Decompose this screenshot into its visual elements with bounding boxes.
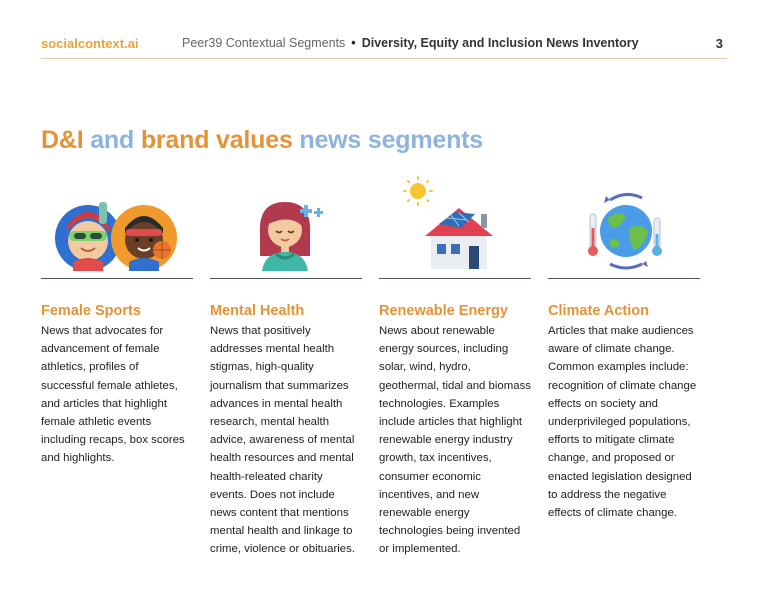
header-divider <box>41 58 727 59</box>
title-part-and: and <box>90 126 135 154</box>
segment-card-female-sports: Female Sports News that advocates for ad… <box>41 174 193 468</box>
page-number: 3 <box>715 36 723 51</box>
globe-thermometer-icon <box>588 193 662 270</box>
page-header: socialcontext.ai Peer39 Contextual Segme… <box>41 36 727 56</box>
page-title: D&I and brand values news segments <box>41 126 483 155</box>
title-part-brand-values: brand values <box>140 126 293 154</box>
product-name: Peer39 Contextual Segments <box>182 36 346 50</box>
segment-heading: Female Sports <box>41 303 141 319</box>
segment-divider <box>41 278 193 279</box>
title-part-di: D&I <box>41 126 84 154</box>
brand-name: socialcontext.ai <box>41 36 139 51</box>
segment-card-climate-action: Climate Action Articles that make audien… <box>548 174 700 522</box>
mental-health-woman-icon <box>259 202 323 271</box>
solar-house-icon <box>403 176 493 269</box>
segment-divider <box>210 278 362 279</box>
separator-dot: • <box>351 36 356 50</box>
segment-description: News about renewable energy sources, inc… <box>379 325 531 556</box>
segment-card-mental-health: Mental Health News that positively addre… <box>210 174 362 559</box>
segment-description: News that advocates for advancement of f… <box>41 325 185 465</box>
segment-description: Articles that make audiences aware of cl… <box>548 325 697 520</box>
breadcrumb: Peer39 Contextual Segments • Diversity, Eq… <box>182 36 639 50</box>
segment-heading: Climate Action <box>548 303 649 319</box>
segment-divider <box>548 278 700 279</box>
title-part-news-segments: news segments <box>299 126 483 154</box>
segment-card-renewable-energy: Renewable Energy News about renewable en… <box>379 174 531 559</box>
segment-heading: Renewable Energy <box>379 303 508 319</box>
segment-description: News that positively addresses mental he… <box>210 325 355 556</box>
female-athletes-icon <box>55 202 177 271</box>
segment-heading: Mental Health <box>210 303 305 319</box>
document-title: Diversity, Equity and Inclusion News Inv… <box>361 36 639 50</box>
segment-divider <box>379 278 531 279</box>
